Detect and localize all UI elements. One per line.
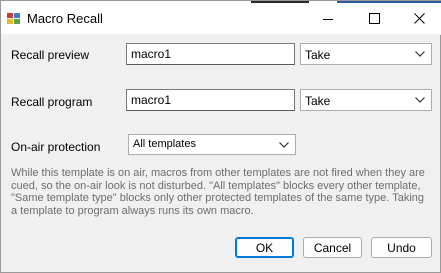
recall-preview-label: Recall preview [11, 48, 90, 62]
title-bar[interactable]: Macro Recall [1, 3, 441, 35]
recall-program-action-value: Take [305, 94, 331, 108]
close-button[interactable] [396, 3, 441, 34]
maximize-icon [368, 13, 380, 24]
protection-description: While this template is on air, macros fr… [11, 167, 425, 217]
cancel-button[interactable]: Cancel [303, 237, 362, 258]
chevron-down-icon [415, 51, 425, 57]
chevron-down-icon [415, 97, 425, 103]
ok-button[interactable]: OK [235, 237, 294, 258]
macro-recall-dialog: Macro Recall Recall preview Take Recall … [0, 0, 441, 273]
on-air-protection-select[interactable]: All templates [128, 134, 296, 155]
recall-preview-action-value: Take [305, 48, 331, 62]
close-icon [413, 13, 425, 24]
recall-program-macro-input[interactable] [126, 89, 295, 111]
minimize-button[interactable] [305, 3, 351, 34]
minimize-icon [323, 18, 333, 20]
recall-preview-action-select[interactable]: Take [300, 43, 432, 65]
on-air-protection-value: All templates [133, 138, 196, 150]
window-title: Macro Recall [27, 11, 103, 26]
undo-button[interactable]: Undo [371, 237, 432, 258]
on-air-protection-label: On-air protection [11, 140, 101, 154]
maximize-button[interactable] [351, 3, 397, 34]
chevron-down-icon [279, 142, 289, 148]
app-icon [7, 13, 21, 25]
recall-program-action-select[interactable]: Take [300, 89, 432, 111]
recall-program-label: Recall program [11, 95, 93, 109]
recall-preview-macro-input[interactable] [126, 43, 295, 65]
